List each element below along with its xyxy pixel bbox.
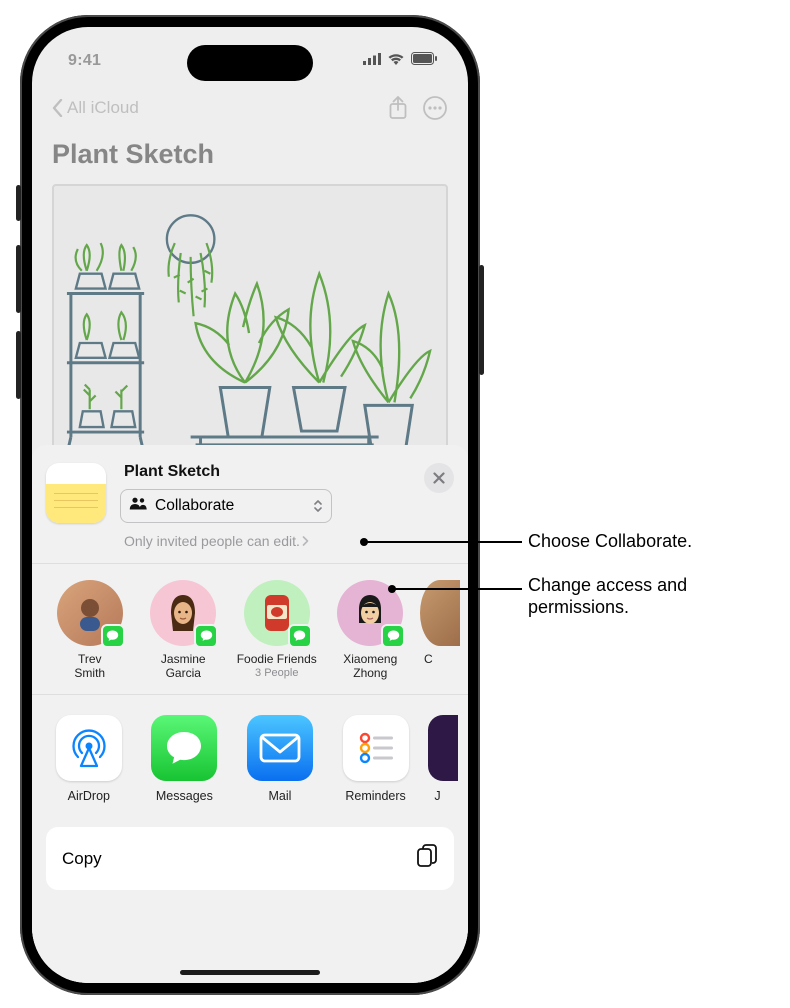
volume-silent-switch [16,185,21,221]
chevron-left-icon [52,99,63,117]
copy-action[interactable]: Copy [46,827,454,890]
more-icon[interactable] [422,95,448,121]
copy-label: Copy [62,849,102,869]
home-indicator[interactable] [180,970,320,975]
share-icon[interactable] [388,96,408,120]
contact-xiaomeng-zhong[interactable]: Xiaomeng Zhong [327,580,415,680]
power-button [479,265,484,375]
airdrop-icon [67,726,111,770]
contact-name: Foodie Friends [233,652,321,666]
contact-subtitle: 3 People [233,666,321,680]
note-title: Plant Sketch [52,131,448,184]
app-label: Mail [237,789,323,803]
contact-name: Zhong [327,666,415,680]
share-sheet: Plant Sketch Collaborate Only invited pe… [32,445,468,983]
chevron-right-icon [302,536,309,546]
mail-icon [258,732,302,764]
access-label: Only invited people can edit. [124,533,300,549]
volume-down-button [16,331,21,399]
app-label: Reminders [333,789,419,803]
messages-badge-icon [194,624,218,648]
reminders-icon [356,728,396,768]
app-airdrop[interactable]: AirDrop [46,715,132,803]
status-time: 9:41 [68,52,101,70]
copy-icon [416,843,438,874]
collaborate-mode-selector[interactable]: Collaborate [120,489,332,523]
dynamic-island [187,45,313,81]
callout-collaborate: Choose Collaborate. [528,530,692,552]
volume-up-button [16,245,21,313]
updown-chevron-icon [313,499,323,513]
contact-trev-smith[interactable]: Trev Smith [46,580,134,680]
messages-badge-icon [101,624,125,648]
contact-name: Xiaomeng [327,652,415,666]
contact-jasmine-garcia[interactable]: Jasmine Garcia [140,580,228,680]
back-button[interactable]: All iCloud [52,98,139,118]
cellular-signal-icon [363,52,381,70]
messages-badge-icon [288,624,312,648]
share-sheet-title: Plant Sketch [120,463,410,481]
app-label: AirDrop [46,789,132,803]
app-reminders[interactable]: Reminders [333,715,419,803]
people-icon [129,497,147,515]
collaborate-label: Collaborate [155,497,305,515]
contact-name: C [420,652,460,666]
app-label: Messages [142,789,228,803]
notes-app-icon [46,463,106,523]
wifi-icon [387,52,405,70]
app-messages[interactable]: Messages [142,715,228,803]
messages-badge-icon [381,624,405,648]
iphone-frame: 9:41 All iCloud [20,15,480,995]
callout-permissions: Change access and permissions. [528,574,748,618]
callout-leader [392,588,522,590]
close-button[interactable] [424,463,454,493]
suggested-contacts-row: Trev Smith Jasmine Garcia Fo [32,564,468,695]
contact-name: Trev [46,652,134,666]
contact-foodie-friends[interactable]: Foodie Friends 3 People [233,580,321,680]
close-icon [433,472,445,484]
screen: 9:41 All iCloud [32,27,468,983]
back-label: All iCloud [67,98,139,118]
contact-name: Jasmine [140,652,228,666]
app-mail[interactable]: Mail [237,715,323,803]
app-partial[interactable]: J [428,715,460,803]
contact-name: Garcia [140,666,228,680]
contact-name: Smith [46,666,134,680]
contact-partial[interactable]: C [420,580,460,680]
battery-icon [411,52,438,70]
messages-icon [163,728,205,768]
callout-leader [364,541,522,543]
share-apps-row: AirDrop Messages Mail [32,695,468,809]
